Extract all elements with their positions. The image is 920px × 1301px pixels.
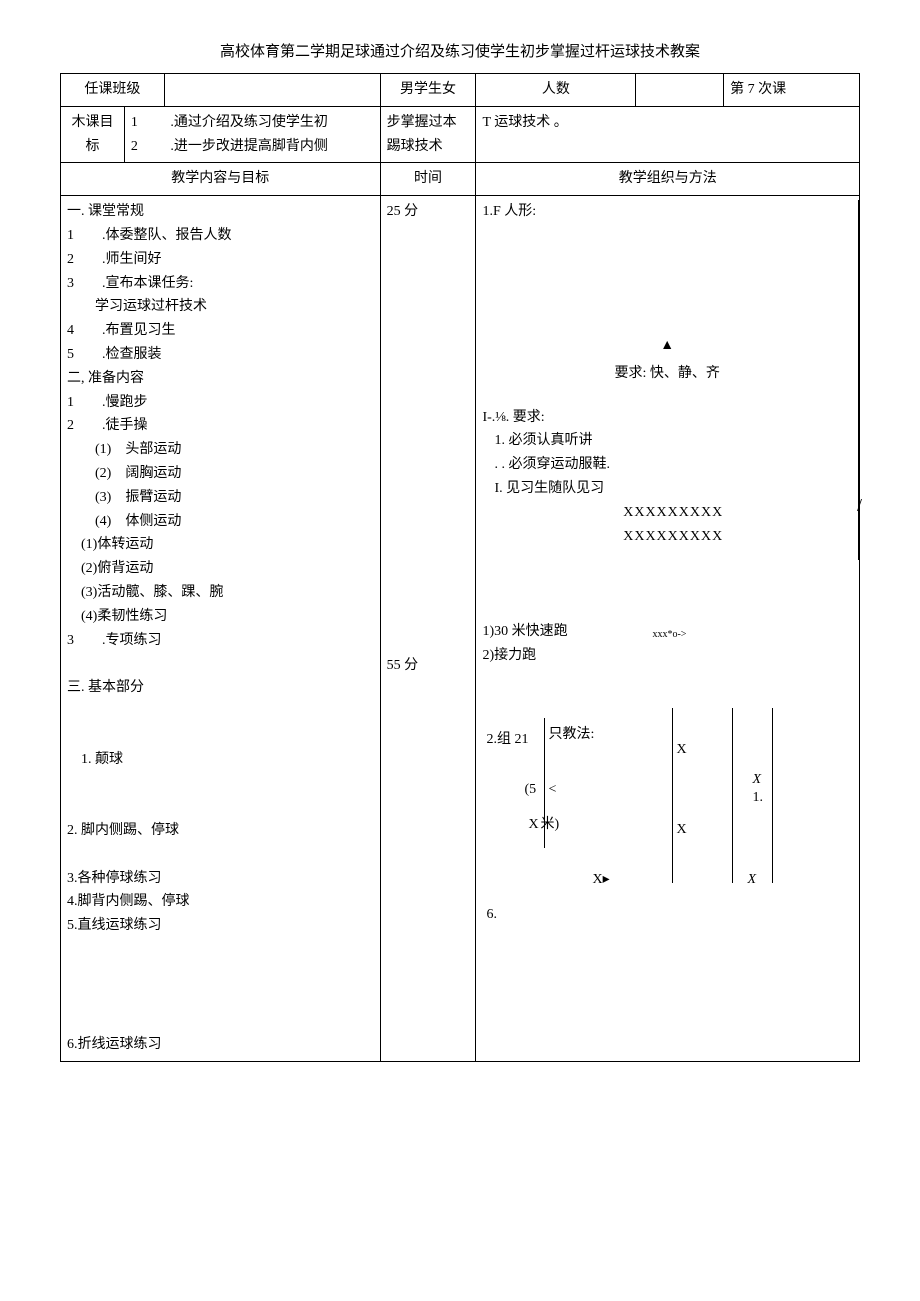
count-label: 人数 bbox=[476, 74, 636, 107]
count-value bbox=[636, 74, 724, 107]
goal-text-3: T 运球技术 。 bbox=[476, 106, 860, 163]
req-item-1: 1. 必须认真听讲 bbox=[494, 429, 852, 453]
formation-line1: 1.F 人形: bbox=[482, 200, 852, 224]
diagram: 2.组 21 只教法: (5 < X 米) X▸ X X X 1. X bbox=[482, 668, 853, 928]
requirement-head: I-.⅛. 要求: bbox=[482, 406, 852, 430]
x-row-1: XXXXXXXXX bbox=[494, 501, 852, 525]
group-label: 2.组 21 bbox=[486, 728, 528, 752]
x-row-2: XXXXXXXXX bbox=[494, 525, 852, 549]
num-1: 1. bbox=[752, 786, 763, 810]
page-title: 高校体育第二学期足球通过介绍及练习使学生初步掌握过杆运球技术教案 bbox=[60, 40, 860, 61]
x-mark-c: X bbox=[676, 818, 686, 842]
triangle-icon: ▲ bbox=[482, 334, 852, 358]
content-left: 一. 课堂常规 1 .体委整队、报告人数 2 .师生间好 3 .宣布本课任务: … bbox=[61, 196, 381, 1062]
class-label: 任课班级 bbox=[61, 74, 165, 107]
goal-text-1: .通过介绍及练习使学生初.进一步改进提高脚背内侧 bbox=[164, 106, 380, 163]
col-header-time: 时间 bbox=[380, 163, 476, 196]
lt-symbol: < bbox=[548, 778, 556, 802]
tiny-marks: xxx*o-> bbox=[652, 626, 686, 643]
x-italic-2: X bbox=[747, 868, 756, 892]
lesson-number: 第 7 次课 bbox=[724, 74, 860, 107]
time-1: 25 分 bbox=[387, 200, 470, 224]
x-mark-a: X bbox=[528, 813, 538, 837]
sprint-2: 2)接力跑 bbox=[482, 644, 853, 668]
formation-box: 1.F 人形: ▲ 要求: 快、静、齐 I-.⅛. 要求: 1. 必须认真听讲 … bbox=[482, 200, 859, 560]
req-item-2: . . 必须穿运动服鞋. bbox=[494, 453, 852, 477]
col-header-left: 教学内容与目标 bbox=[61, 163, 381, 196]
time-2: 55 分 bbox=[387, 654, 470, 678]
col-header-right: 教学组织与方法 bbox=[476, 163, 860, 196]
teach-method: 只教法: bbox=[548, 723, 594, 747]
x-pointer: X▸ bbox=[592, 868, 609, 892]
goal-label: 木课目标 bbox=[61, 106, 125, 163]
goal-text-2: 步掌握过本踢球技术 bbox=[380, 106, 476, 163]
num-6: 6. bbox=[486, 903, 497, 927]
req-item-3: I. 见习生随队见习 bbox=[494, 477, 852, 501]
meter-label: 米) bbox=[540, 813, 559, 837]
time-column: 25 分 55 分 bbox=[380, 196, 476, 1062]
slash-mark: / bbox=[857, 490, 862, 521]
requirement-1: 要求: 快、静、齐 bbox=[482, 362, 852, 386]
lesson-table: 任课班级 男学生女 人数 第 7 次课 木课目标 12 .通过介绍及练习使学生初… bbox=[60, 73, 860, 1062]
x-mark-b: X bbox=[676, 738, 686, 762]
class-value bbox=[164, 74, 380, 107]
gender-label: 男学生女 bbox=[380, 74, 476, 107]
paren-5: (5 bbox=[524, 778, 536, 802]
content-right: 1.F 人形: ▲ 要求: 快、静、齐 I-.⅛. 要求: 1. 必须认真听讲 … bbox=[476, 196, 860, 1062]
goal-nums: 12 bbox=[124, 106, 164, 163]
